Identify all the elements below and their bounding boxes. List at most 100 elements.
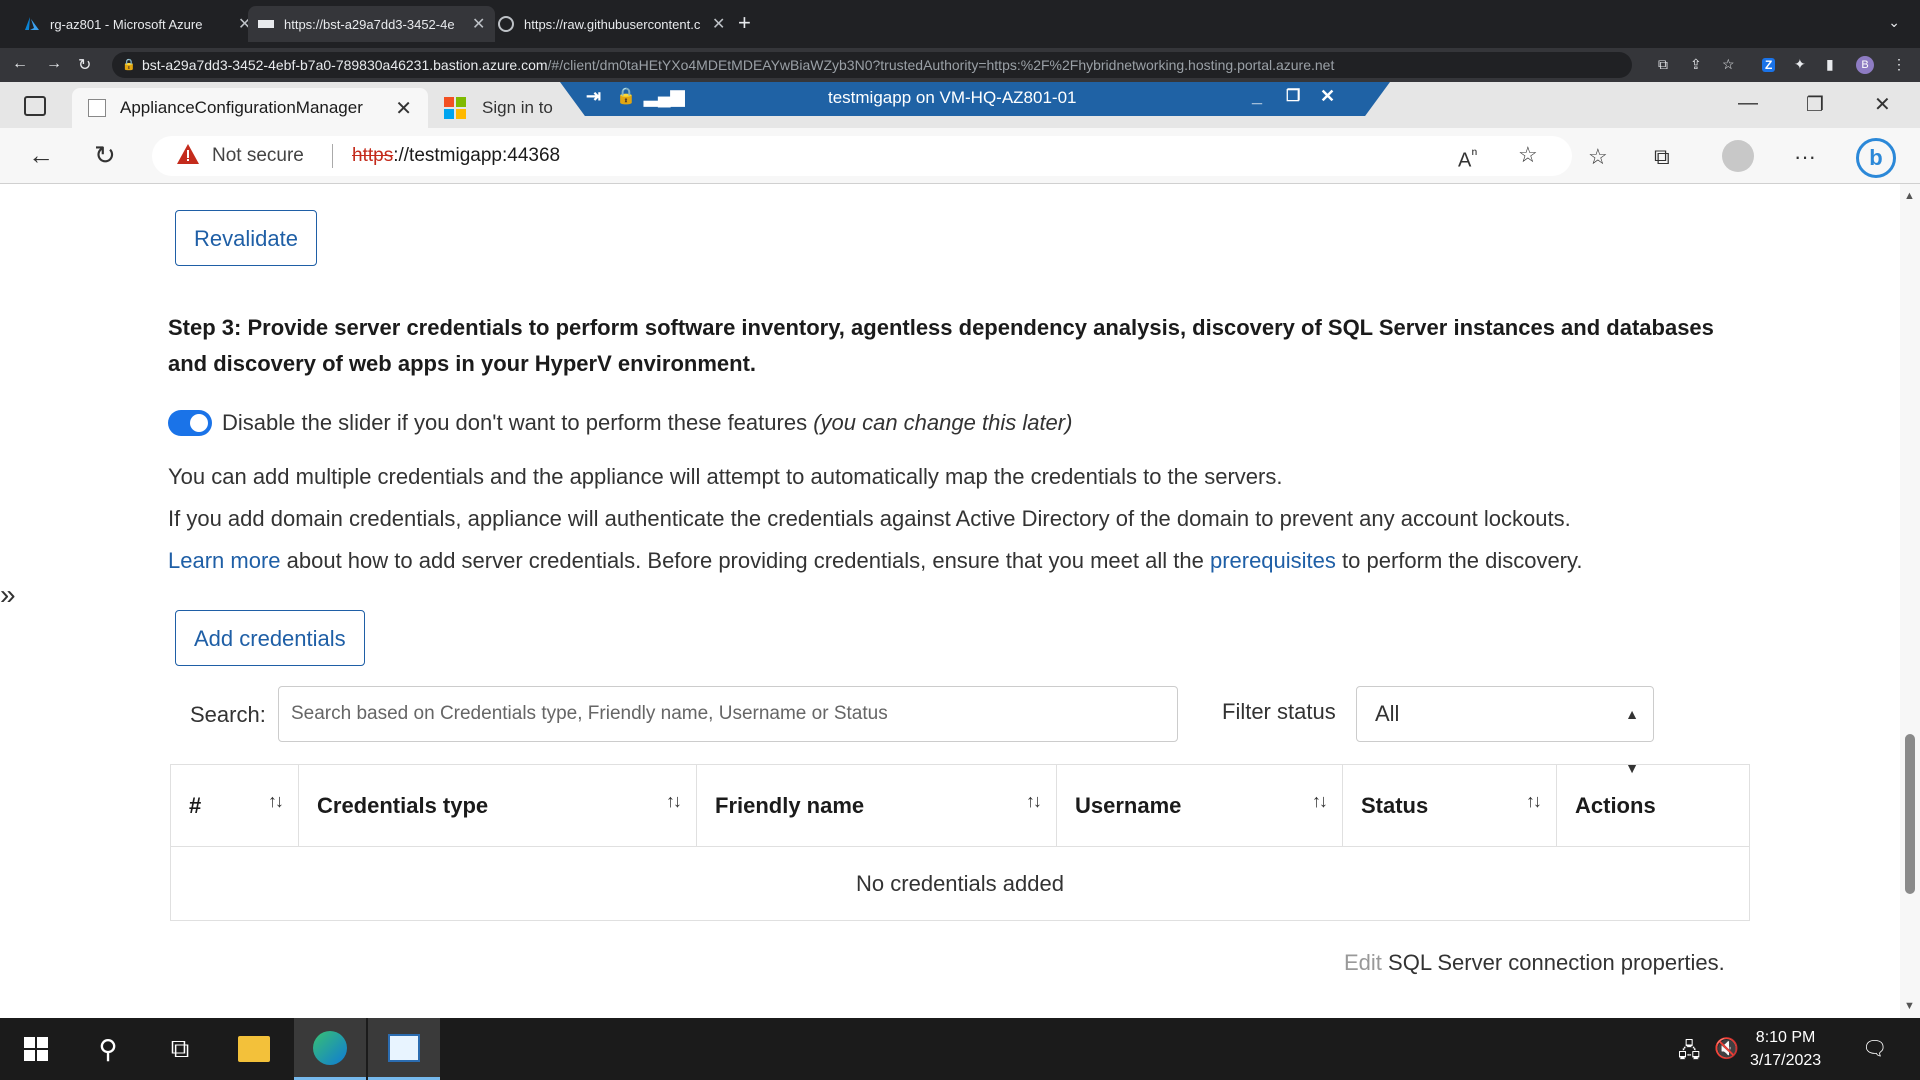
edge-toolbar: ← ↻ Not secure https://testmigapp:44368 …	[0, 128, 1920, 184]
outer-address-bar[interactable]: 🔒 bst-a29a7dd3-3452-4ebf-b7a0-789830a462…	[112, 52, 1632, 78]
edge-tab-signin[interactable]: Sign in to	[444, 88, 553, 128]
toggle-knob	[190, 414, 208, 432]
edge-address-bar[interactable]: Not secure https://testmigapp:44368 Aⁿ ☆	[152, 136, 1572, 176]
revalidate-button[interactable]: Revalidate	[175, 210, 317, 266]
new-tab-icon[interactable]: +	[738, 12, 751, 34]
tab-actions-icon[interactable]	[24, 96, 46, 116]
search-input[interactable]	[278, 686, 1178, 742]
favorites-icon[interactable]: ☆	[1588, 144, 1608, 170]
url-host: bst-a29a7dd3-3452-4ebf-b7a0-789830a46231…	[142, 57, 548, 73]
minimize-icon[interactable]: —	[1738, 92, 1758, 115]
scroll-down-icon[interactable]: ▼	[1904, 1000, 1915, 1012]
scroll-up-icon[interactable]: ▲	[1904, 190, 1915, 202]
menu-icon[interactable]: ⋮	[1892, 56, 1906, 73]
edge-tab-appliance[interactable]: ApplianceConfigurationManager ✕	[72, 88, 428, 128]
vertical-scrollbar[interactable]: ▲ ▼	[1900, 184, 1920, 1018]
empty-message: No credentials added	[170, 846, 1750, 921]
task-view-icon[interactable]: ⧉	[144, 1018, 216, 1080]
column-header-number[interactable]: # ↑↓	[170, 764, 299, 847]
sort-icon[interactable]: ↑↓	[1526, 791, 1542, 812]
lock-icon: 🔒	[616, 88, 636, 105]
close-icon[interactable]: ✕	[472, 14, 485, 34]
volume-muted-icon[interactable]: 🔇	[1714, 1036, 1739, 1061]
rdp-title: testmigapp on VM-HQ-AZ801-01	[828, 88, 1077, 107]
security-status[interactable]: Not secure	[212, 145, 304, 167]
credentials-table: # ↑↓ Credentials type ↑↓ Friendly name ↑↓ U…	[170, 764, 1750, 921]
star-icon[interactable]: ☆	[1722, 56, 1735, 73]
start-button[interactable]	[0, 1018, 72, 1080]
share-icon[interactable]: ⇪	[1690, 56, 1702, 73]
divider	[332, 144, 333, 168]
url-text: https://testmigapp:44368	[352, 145, 561, 166]
search-icon[interactable]: ⚲	[72, 1018, 144, 1080]
column-header-username[interactable]: Username ↑↓	[1056, 764, 1343, 847]
back-icon[interactable]: ←	[12, 55, 28, 73]
profile-icon[interactable]: B	[1856, 55, 1874, 74]
puzzle-icon[interactable]: ✦	[1794, 56, 1806, 73]
add-favorite-icon[interactable]: ☆	[1518, 142, 1538, 168]
outer-tab-title: https://raw.githubusercontent.c	[524, 16, 701, 32]
taskbar-edge[interactable]	[294, 1018, 366, 1080]
prerequisites-link[interactable]: prerequisites	[1210, 548, 1336, 573]
minimize-icon[interactable]: _	[1252, 86, 1262, 107]
pin-icon[interactable]: ⇥	[586, 86, 601, 107]
forward-icon[interactable]: →	[46, 55, 62, 73]
features-toggle[interactable]	[168, 410, 212, 436]
bing-icon[interactable]: b	[1856, 138, 1896, 178]
restore-icon[interactable]: ❐	[1286, 86, 1300, 106]
url-path: /#/client/dm0taHEtYXo4MDEtMDEAYwBiaWZyb3…	[547, 57, 1335, 73]
restore-icon[interactable]: ❐	[1806, 92, 1824, 117]
filter-status-select[interactable]: All ▲ ▼	[1356, 686, 1654, 776]
sort-icon[interactable]: ↑↓	[1312, 791, 1328, 812]
outer-tab-azure[interactable]: rg-az801 - Microsoft Azure ✕	[14, 6, 261, 42]
signal-icon: ▂▄▆	[644, 86, 685, 106]
info-prerequisites: Learn more about how to add server crede…	[168, 548, 1583, 573]
add-credentials-button[interactable]: Add credentials	[175, 610, 365, 666]
scrollbar-thumb[interactable]	[1905, 734, 1915, 894]
column-header-friendly-name[interactable]: Friendly name ↑↓	[696, 764, 1057, 847]
column-header-status[interactable]: Status ↑↓	[1342, 764, 1557, 847]
outer-tab-bastion[interactable]: https://bst-a29a7dd3-3452-4e ✕	[248, 6, 496, 42]
expand-panel-icon[interactable]: »	[0, 579, 16, 611]
outer-tab-strip: rg-az801 - Microsoft Azure ✕ https://bst…	[0, 0, 1920, 48]
sort-icon[interactable]: ↑↓	[268, 791, 284, 812]
filter-status-label: Filter status	[1222, 699, 1336, 724]
folder-icon	[238, 1036, 270, 1062]
close-window-icon[interactable]: ✕	[1874, 92, 1891, 117]
outer-tab-github[interactable]: https://raw.githubusercontent.c ✕	[488, 6, 735, 42]
chevron-down-icon[interactable]: ⌄	[1888, 14, 1900, 31]
edge-tab-title: ApplianceConfigurationManager	[120, 98, 363, 117]
table-row: No credentials added	[170, 846, 1750, 921]
install-icon[interactable]: ⧉	[1658, 56, 1668, 73]
avatar[interactable]	[1722, 140, 1754, 172]
close-icon[interactable]: ✕	[395, 96, 412, 121]
taskbar-appliance-app[interactable]	[368, 1018, 440, 1080]
taskbar-file-explorer[interactable]	[218, 1018, 290, 1080]
column-header-credentials-type[interactable]: Credentials type ↑↓	[298, 764, 697, 847]
sort-icon[interactable]: ↑↓	[1026, 791, 1042, 812]
learn-more-link[interactable]: Learn more	[168, 548, 281, 573]
back-icon[interactable]: ←	[28, 140, 54, 171]
edit-sql-properties: Edit SQL Server connection properties.	[1344, 950, 1725, 975]
edge-icon	[313, 1030, 347, 1065]
extension-z-icon[interactable]: Z	[1762, 56, 1776, 72]
window-icon	[258, 20, 274, 28]
page-content: » Revalidate Step 3: Provide server cred…	[0, 184, 1900, 1018]
collections-icon[interactable]: ⧉	[1654, 144, 1670, 170]
reload-icon[interactable]: ↻	[78, 55, 91, 75]
edit-link[interactable]: Edit	[1344, 950, 1382, 975]
network-icon[interactable]: 🖧	[1678, 1036, 1700, 1070]
outer-tab-title: rg-az801 - Microsoft Azure	[50, 16, 203, 32]
more-icon[interactable]: ···	[1794, 144, 1816, 170]
sidepanel-icon[interactable]: ▮	[1826, 56, 1834, 73]
clock[interactable]: 8:10 PM 3/17/2023	[1750, 1026, 1821, 1072]
read-aloud-icon[interactable]: Aⁿ	[1458, 144, 1477, 173]
sort-icon[interactable]: ↑↓	[666, 791, 682, 812]
close-icon[interactable]: ✕	[1320, 86, 1335, 107]
windows-icon	[24, 1037, 48, 1061]
taskbar: ⚲ ⧉ 🖧 🔇 8:10 PM 3/17/2023 🗨	[0, 1018, 1920, 1080]
notifications-icon[interactable]: 🗨	[1862, 1036, 1887, 1061]
close-icon[interactable]: ✕	[712, 14, 725, 34]
refresh-icon[interactable]: ↻	[94, 140, 116, 171]
toggle-note: (you can change this later)	[813, 410, 1073, 435]
